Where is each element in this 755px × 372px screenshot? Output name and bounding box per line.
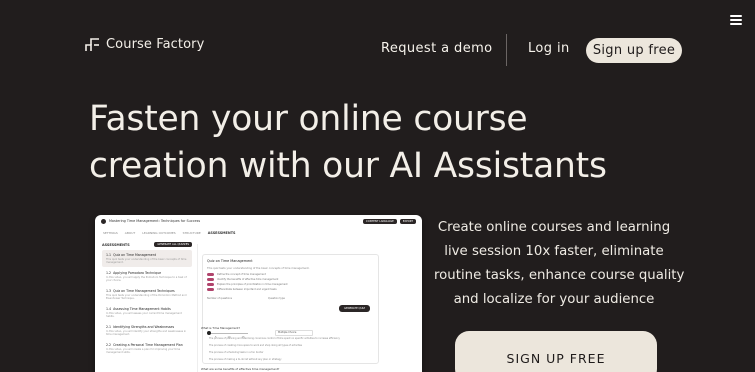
answer-option: The process of scheduling tasks in a fun… (209, 351, 264, 354)
list-item: 2.1 Identifying Strengths and Weaknesses … (106, 325, 187, 336)
question-type-select: Multiple Choice (275, 330, 313, 336)
tab-structure: STRUCTURE (182, 231, 201, 235)
hero-desc-line: live session 10x faster, eliminate (444, 244, 664, 259)
tab-learning-outcomes: LEARNING OUTCOMES (142, 231, 176, 235)
question-item: What are some benefits of effective time… (201, 367, 280, 371)
questions-slider (208, 333, 248, 334)
assessments-heading: ASSESSMENTS (102, 242, 130, 247)
request-demo-link[interactable]: Request a demo (381, 41, 493, 56)
logo-text: Course Factory (106, 37, 205, 52)
quiz-description: This quiz tests your understanding of th… (207, 267, 310, 270)
tab-settings: SETTINGS (103, 231, 118, 235)
hero-desc-line: Create online courses and learning (437, 220, 671, 235)
signup-free-cta-button[interactable]: SIGN UP FREE (455, 331, 657, 372)
course-factory-logo-icon (85, 38, 99, 51)
login-link[interactable]: Log in (528, 41, 570, 56)
hero-desc-line: and localize for your audience (453, 292, 655, 307)
outcome-tag (207, 273, 214, 276)
list-item: 1.1 Quiz on Time Management This quiz tes… (102, 250, 192, 267)
outcome-tag (207, 278, 214, 281)
product-screenshot: Mastering Time Management: Techniques fo… (95, 215, 422, 372)
outcome-tag (207, 283, 214, 286)
outcome-tag (207, 288, 214, 291)
list-item: 1.3 Quiz on Time Management Techniques Th… (106, 289, 187, 300)
hero-title-line-2: creation with our AI Assistants (89, 146, 607, 186)
num-questions-label: Number of questions (207, 297, 233, 300)
menu-hamburger-icon[interactable] (730, 15, 742, 25)
hero-title: Fasten your online course creation with … (89, 96, 649, 190)
hero-title-line-1: Fasten your online course (89, 99, 528, 139)
list-item: 1.2 Applying Pomodoro Technique In this v… (106, 271, 187, 282)
generate-quiz-button: GENERATE QUIZ (339, 305, 371, 312)
content-language-button: CONTENT LANGUAGE (362, 218, 397, 224)
hero-description: Create online courses and learning live … (434, 216, 685, 312)
list-item: 1.4 Assessing Time Management Habits In t… (106, 307, 182, 318)
answer-option: The process of planning and exercising c… (209, 337, 340, 340)
answer-option: The process of creating more spare to wo… (209, 344, 302, 347)
logo[interactable]: Course Factory (85, 37, 204, 52)
slider-knob (207, 331, 211, 335)
export-button: EXPORT (399, 218, 416, 224)
nav-divider (506, 34, 507, 66)
signup-button[interactable]: Sign up free (586, 38, 682, 63)
question-item: What is Time Management? (201, 326, 241, 330)
back-icon (101, 218, 106, 224)
assessment-list: ASSESSMENTS GENERATE ALL QUIZZES 1.1 Quiz… (102, 242, 192, 358)
card-course-title: Mastering Time Management: Techniques fo… (109, 219, 201, 223)
tab-assessments: ASSESSMENTS (207, 231, 236, 235)
list-item: 2.2 Creating a Personal Time Management P… (106, 343, 183, 354)
generate-all-quizzes-button: GENERATE ALL QUIZZES (154, 242, 192, 247)
card-topbar: Mastering Time Management: Techniques fo… (95, 215, 422, 227)
hero-desc-line: routine tasks, enhance course quality (434, 268, 685, 283)
question-type-label: Question type (268, 297, 285, 300)
answer-option: The process of making a to-do list witho… (209, 358, 282, 361)
quiz-title: Quiz on Time Management (207, 259, 253, 263)
card-tabs: SETTINGS ABOUT LEARNING OUTCOMES STRUCTU… (103, 231, 235, 235)
tab-about: ABOUT (124, 231, 136, 235)
